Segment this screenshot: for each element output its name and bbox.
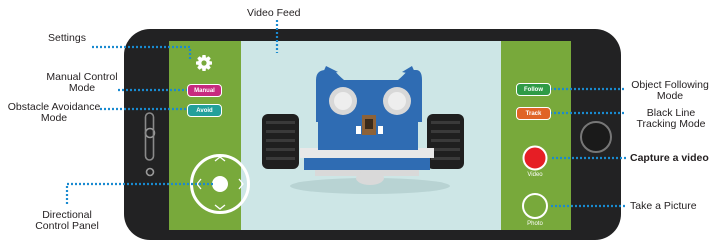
- chevron-right-icon[interactable]: [238, 178, 244, 190]
- track-mode-button[interactable]: Track: [516, 107, 551, 120]
- photo-caption: Photo: [527, 221, 543, 227]
- label-settings: Settings: [48, 32, 86, 44]
- callout-settings: [92, 45, 192, 60]
- label-video-feed: Video Feed: [247, 7, 301, 19]
- gear-icon[interactable]: [196, 55, 212, 71]
- label-follow-line2: Mode: [656, 90, 684, 102]
- label-manual-line2: Mode: [68, 82, 96, 94]
- avoid-mode-button[interactable]: Avoid: [187, 104, 222, 117]
- label-track-line2: Tracking Mode: [636, 118, 706, 130]
- camera-shutter-icon[interactable]: [522, 193, 548, 219]
- chevron-down-icon[interactable]: [214, 204, 226, 210]
- record-icon[interactable]: [522, 145, 548, 171]
- label-directional-panel: Directional Control Panel: [22, 210, 112, 232]
- follow-mode-button[interactable]: Follow: [516, 83, 551, 96]
- label-track-mode: Black Line Tracking Mode: [622, 108, 720, 130]
- label-avoid-mode: Obstacle Avoidance Mode: [4, 102, 104, 124]
- label-follow-mode: Object Following Mode: [620, 80, 720, 102]
- video-caption: Video: [527, 172, 543, 178]
- home-button[interactable]: [580, 121, 612, 153]
- label-manual-mode: Manual Control Mode: [34, 72, 130, 94]
- label-avoid-line2: Mode: [40, 112, 68, 124]
- chevron-up-icon[interactable]: [214, 156, 226, 162]
- sensor-dot: [145, 167, 155, 177]
- label-directional-line2: Control Panel: [35, 220, 99, 232]
- manual-mode-button[interactable]: Manual: [187, 84, 222, 97]
- label-capture-video: Capture a video: [630, 152, 709, 164]
- label-take-picture: Take a Picture: [630, 200, 697, 212]
- robot-illustration: [262, 66, 464, 194]
